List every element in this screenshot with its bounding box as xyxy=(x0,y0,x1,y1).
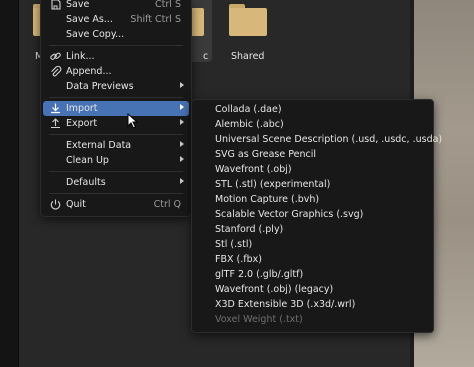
import-item-usd[interactable]: Universal Scene Description (.usd, .usdc… xyxy=(215,132,442,147)
import-item-ply[interactable]: Stanford (.ply) xyxy=(215,222,283,237)
import-item-alembic[interactable]: Alembic (.abc) xyxy=(215,117,284,132)
import-item-wavefront[interactable]: Wavefront (.obj) xyxy=(215,162,292,177)
import-item-gltf[interactable]: glTF 2.0 (.glb/.gltf) xyxy=(215,267,303,282)
left-panel-edge xyxy=(0,0,19,367)
save-icon xyxy=(49,0,62,11)
import-icon xyxy=(49,102,62,115)
menu-separator xyxy=(49,193,183,194)
mouse-cursor-icon xyxy=(127,112,139,129)
menu-item-clean-up[interactable]: Clean Up xyxy=(43,153,189,168)
menu-item-link[interactable]: Link... xyxy=(43,49,189,64)
menu-item-import[interactable]: Import xyxy=(43,101,189,116)
shared-folder-label[interactable]: Shared xyxy=(231,51,264,62)
submenu-arrow-icon xyxy=(180,119,184,125)
submenu-arrow-icon xyxy=(180,104,184,110)
import-item-svg[interactable]: Scalable Vector Graphics (.svg) xyxy=(215,207,363,222)
menu-item-external-data[interactable]: External Data xyxy=(43,138,189,153)
menu-item-defaults[interactable]: Defaults xyxy=(43,175,189,190)
power-icon xyxy=(49,198,62,211)
menu-item-quit[interactable]: Quit Ctrl Q xyxy=(43,197,189,212)
submenu-arrow-icon xyxy=(180,141,184,147)
menu-separator xyxy=(49,134,183,135)
import-item-x3d[interactable]: X3D Extensible 3D (.x3d/.wrl) xyxy=(215,297,355,312)
menu-separator xyxy=(49,45,183,46)
import-item-voxel-weight: Voxel Weight (.txt) xyxy=(215,314,303,325)
menu-item-save-copy[interactable]: Save Copy... xyxy=(43,27,189,42)
export-icon xyxy=(49,117,62,130)
import-item-svg-grease-pencil[interactable]: SVG as Grease Pencil xyxy=(215,147,316,162)
submenu-arrow-icon xyxy=(180,178,184,184)
submenu-arrow-icon xyxy=(180,156,184,162)
import-item-bvh[interactable]: Motion Capture (.bvh) xyxy=(215,192,319,207)
menu-separator xyxy=(49,97,183,98)
menu-item-export[interactable]: Export xyxy=(43,116,189,131)
import-item-stl-experimental[interactable]: STL (.stl) (experimental) xyxy=(215,177,330,192)
import-item-stl[interactable]: Stl (.stl) xyxy=(215,237,252,252)
menu-item-append[interactable]: Append... xyxy=(43,64,189,79)
menu-separator xyxy=(49,171,183,172)
menu-item-data-previews[interactable]: Data Previews xyxy=(43,79,189,94)
link-icon xyxy=(49,50,62,63)
import-item-wavefront-legacy[interactable]: Wavefront (.obj) (legacy) xyxy=(215,282,333,297)
menu-item-save[interactable]: Save Ctrl S xyxy=(43,0,189,12)
folder-label: c xyxy=(203,51,209,62)
shared-folder-icon[interactable] xyxy=(229,4,267,36)
file-menu: Save Ctrl S Save As... Shift Ctrl S Save… xyxy=(40,0,192,217)
import-submenu: Collada (.dae) Alembic (.abc) Universal … xyxy=(191,99,442,333)
import-item-collada[interactable]: Collada (.dae) xyxy=(215,102,282,117)
submenu-arrow-icon xyxy=(180,82,184,88)
append-icon xyxy=(49,65,62,78)
menu-item-save-as[interactable]: Save As... Shift Ctrl S xyxy=(43,12,189,27)
import-item-fbx[interactable]: FBX (.fbx) xyxy=(215,252,262,267)
